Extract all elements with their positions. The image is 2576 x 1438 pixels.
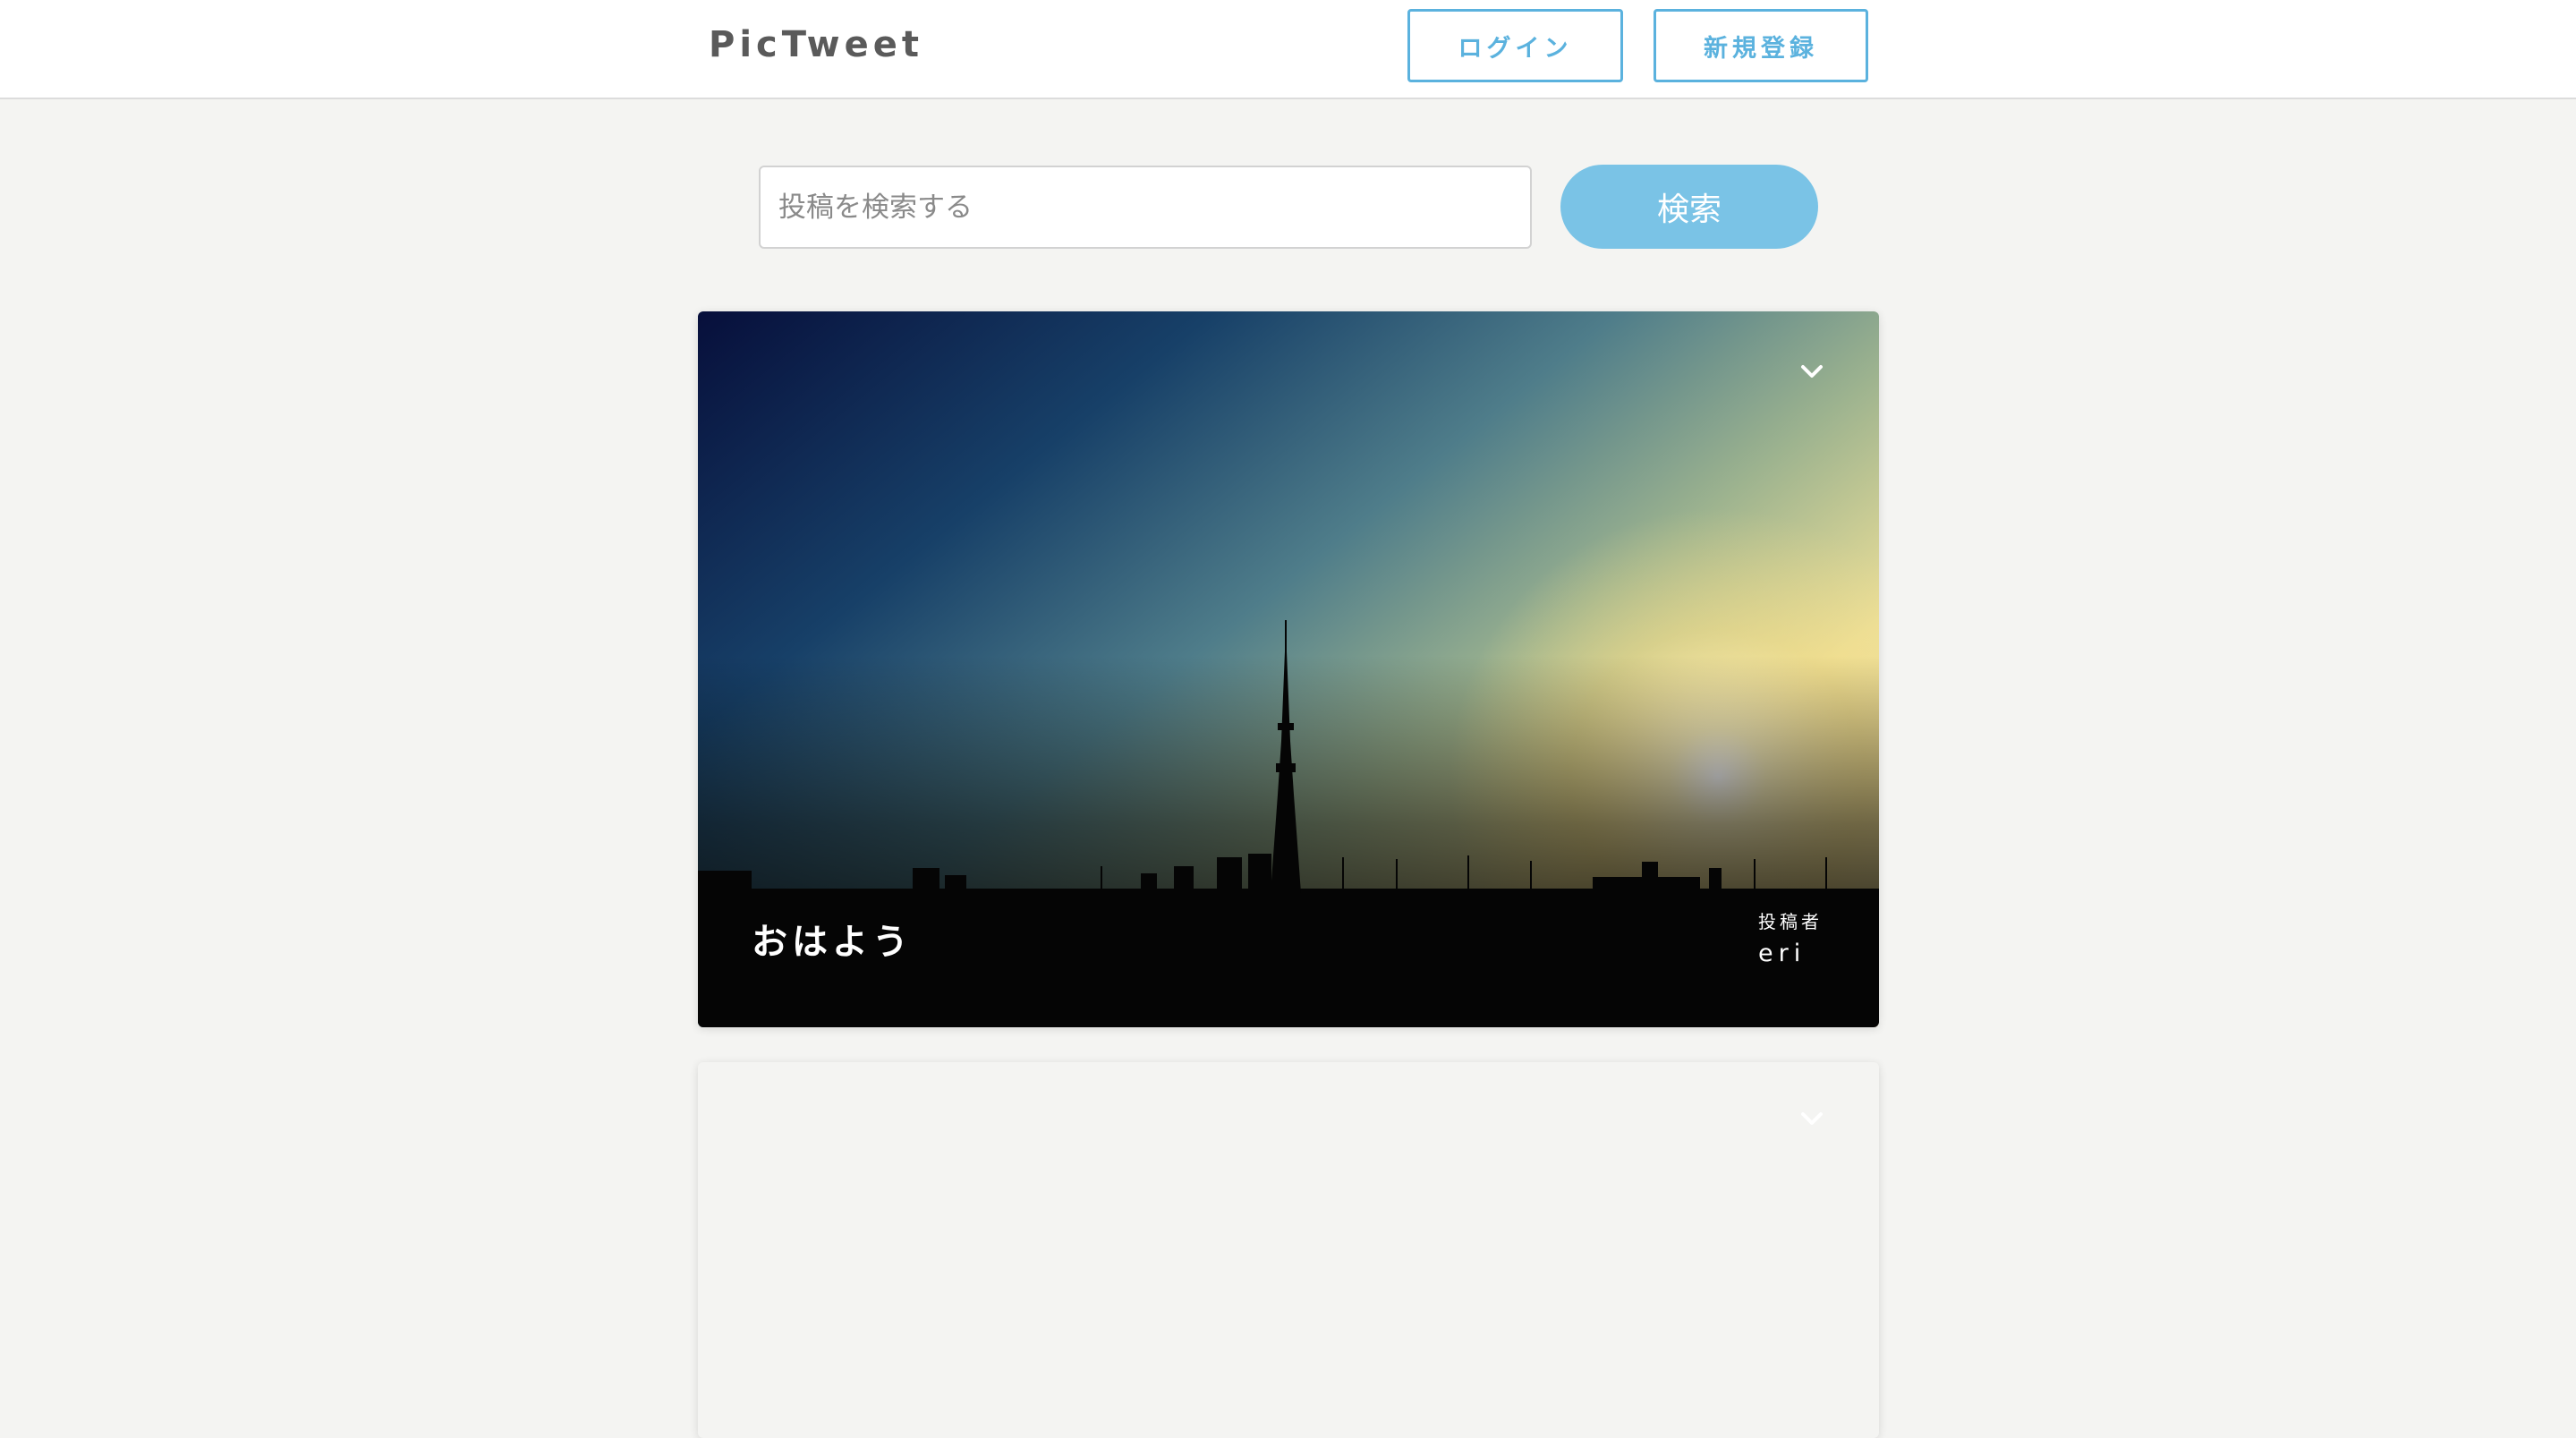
- search-input[interactable]: [759, 166, 1532, 249]
- site-logo[interactable]: PicTweet: [709, 20, 923, 70]
- poster-name[interactable]: eri: [1758, 938, 1806, 970]
- poster-label: 投稿者: [1758, 911, 1823, 932]
- post-card[interactable]: おはよう 投稿者 eri: [698, 311, 1879, 1027]
- post-card[interactable]: [698, 1062, 1879, 1438]
- signup-button[interactable]: 新規登録: [1654, 9, 1868, 82]
- chevron-down-icon[interactable]: [1798, 1105, 1825, 1132]
- post-text: おはよう: [752, 921, 913, 963]
- site-header: PicTweet ログイン 新規登録: [0, 0, 2576, 99]
- chevron-down-icon[interactable]: [1798, 358, 1825, 385]
- login-button[interactable]: ログイン: [1407, 9, 1623, 82]
- search-button[interactable]: 検索: [1560, 165, 1818, 249]
